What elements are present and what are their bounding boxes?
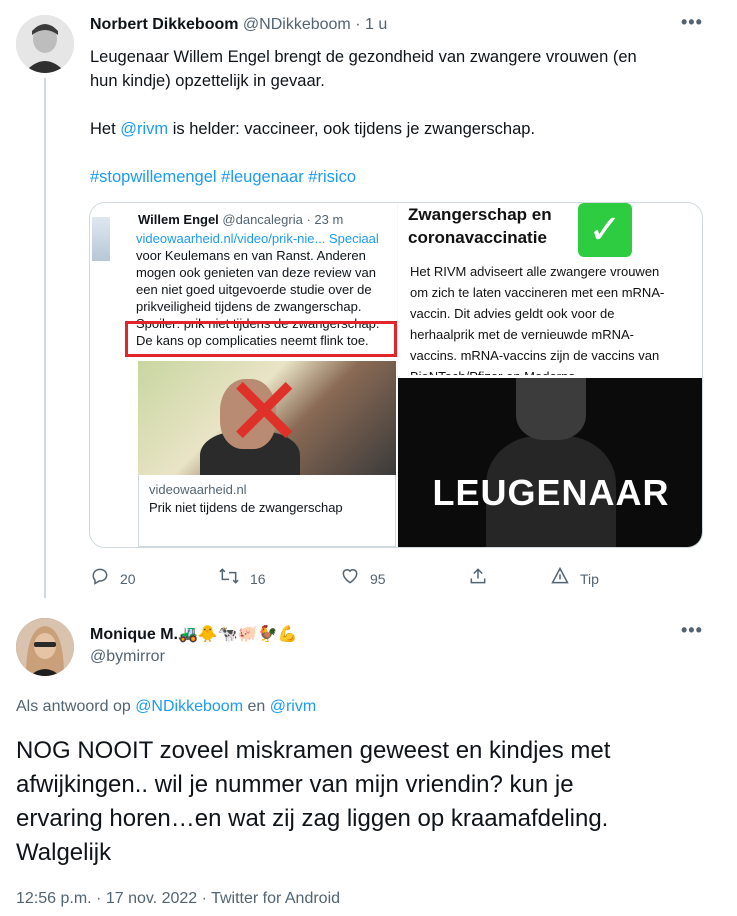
media-grid[interactable]: Willem Engel @dancalegria · 23 m videowa… — [89, 202, 703, 548]
reply-join: en — [243, 698, 270, 715]
highlight-box — [125, 321, 397, 357]
share-icon — [468, 566, 488, 592]
hashtags[interactable]: #stopwillemengel #leugenaar #risico — [90, 165, 710, 189]
info-title-line: Zwangerschap en — [408, 205, 552, 224]
retweet-count: 16 — [250, 571, 266, 587]
like-count: 95 — [370, 571, 386, 587]
reply-button[interactable]: 20 — [90, 566, 136, 592]
screenshot-line: prikveiligheid tijdens de zwangerschap. — [136, 299, 362, 314]
tweet-text: Leugenaar Willem Engel brengt de gezondh… — [90, 45, 710, 189]
info-line: vaccins. mRNA-vaccins zijn de vaccins va… — [410, 348, 660, 363]
avatar[interactable] — [16, 15, 74, 73]
reply-mention-link[interactable]: @NDikkeboom — [135, 698, 243, 715]
reply-avatar-portrait — [16, 618, 74, 676]
reply-text: NOG NOOIT zoveel miskramen geweest en ki… — [16, 734, 721, 870]
screenshot-handle: @dancalegria · 23 m — [222, 212, 344, 227]
tweet-line: hun kindje) opzettelijk in gevaar. — [90, 72, 325, 90]
info-line: BioNTech/Pfizer en Moderna. — [410, 366, 700, 375]
screenshot-line: voor Keulemans en van Ranst. Anderen — [136, 248, 366, 263]
tweet-line: Het @rivm is helder: vaccineer, ook tijd… — [90, 117, 710, 141]
tweet-line: Leugenaar Willem Engel brengt de gezondh… — [90, 48, 637, 66]
avatar-portrait — [16, 15, 74, 73]
portrait-caption: LEUGENAAR — [432, 472, 670, 513]
screenshot-author: Willem Engel — [138, 212, 219, 227]
info-title-line: coronavaccinatie — [408, 228, 547, 247]
screenshot-avatar — [92, 217, 110, 261]
card-domain: videowaarheid.nl — [149, 482, 247, 497]
share-button[interactable] — [468, 566, 498, 592]
card-title: Prik niet tijdens de zwangerschap — [149, 500, 343, 515]
tip-label: Tip — [580, 571, 599, 587]
reply-line: afwijkingen.. wil je nummer van mijn vri… — [16, 771, 574, 798]
tweet-time[interactable]: 1 u — [365, 16, 387, 33]
info-line: om zich te laten vaccineren met een mRNA… — [410, 285, 665, 300]
reply-meta[interactable]: 12:56 p.m. · 17 nov. 2022 · Twitter for … — [16, 890, 340, 908]
tweet-header: Norbert Dikkeboom @NDikkeboom · 1 u — [90, 16, 387, 34]
author-handle[interactable]: @NDikkeboom — [243, 16, 351, 33]
mention-link[interactable]: @rivm — [120, 120, 168, 138]
more-options-icon[interactable]: ••• — [681, 620, 703, 641]
screenshot-line: videowaarheid.nl/video/prik-nie... Speci… — [136, 231, 379, 246]
screenshot-header: Willem Engel @dancalegria · 23 m — [138, 212, 343, 227]
reply-mention-link[interactable]: @rivm — [270, 698, 316, 715]
reply-author-handle[interactable]: @bymirror — [90, 648, 165, 666]
reply-author-name[interactable]: Monique M. — [90, 626, 178, 643]
text-fragment: is helder: vaccineer, ook tijdens je zwa… — [168, 120, 536, 138]
reply-line: Walgelijk — [16, 839, 112, 866]
screenshot-photo: ✕ — [138, 361, 396, 475]
reply-icon — [90, 566, 110, 592]
info-line: vaccin. Dit advies geldt ook voor de — [410, 306, 615, 321]
portrait-figure — [486, 378, 616, 547]
red-cross-icon: ✕ — [224, 361, 305, 466]
reply-header: Monique M.🚜🐥🐄🐖🐓💪 — [90, 624, 298, 644]
retweet-button[interactable]: 16 — [218, 566, 266, 592]
like-button[interactable]: 95 — [340, 566, 386, 592]
thread-line — [44, 78, 46, 598]
media-screenshot[interactable]: Willem Engel @dancalegria · 23 m videowa… — [90, 203, 397, 547]
screenshot-line: mogen ook genieten van deze review van — [136, 265, 376, 280]
tip-icon — [550, 566, 570, 592]
text-fragment: Het — [90, 120, 121, 138]
info-line: Het RIVM adviseert alle zwangere vrouwen — [410, 264, 660, 279]
tip-button[interactable]: Tip — [550, 566, 599, 592]
separator: · — [355, 16, 361, 33]
media-info-panel[interactable]: Zwangerschap en coronavaccinatie ✓ Het R… — [398, 203, 702, 378]
reply-context: Als antwoord op @NDikkeboom en @rivm — [16, 698, 316, 716]
link-card: videowaarheid.nl Prik niet tijdens de zw… — [138, 475, 396, 547]
portrait-head — [516, 378, 586, 440]
screenshot-line: een niet goed uitgevoerde studie over de — [136, 282, 372, 297]
check-icon: ✓ — [578, 203, 632, 257]
reply-author-emojis: 🚜🐥🐄🐖🐓💪 — [177, 626, 298, 643]
retweet-icon — [218, 566, 240, 592]
tweet-actions: 20 16 95 Tip — [90, 566, 610, 588]
heart-icon — [340, 566, 360, 592]
info-title: Zwangerschap en coronavaccinatie — [408, 203, 552, 249]
info-text: Het RIVM adviseert alle zwangere vrouwen… — [410, 261, 700, 375]
reply-line: ervaring horen…en wat zij zag liggen op … — [16, 805, 609, 832]
reply-line: NOG NOOIT zoveel miskramen geweest en ki… — [16, 737, 611, 764]
info-line: herhaalprik met de vernieuwde mRNA- — [410, 327, 634, 342]
tweet[interactable]: Norbert Dikkeboom @NDikkeboom · 1 u ••• … — [0, 0, 737, 602]
reply-avatar[interactable] — [16, 618, 74, 676]
media-portrait[interactable]: LEUGENAAR — [398, 378, 702, 547]
author-name[interactable]: Norbert Dikkeboom — [90, 16, 238, 33]
reply-count: 20 — [120, 571, 136, 587]
more-options-icon[interactable]: ••• — [681, 12, 703, 33]
reply-prefix: Als antwoord op — [16, 698, 136, 715]
